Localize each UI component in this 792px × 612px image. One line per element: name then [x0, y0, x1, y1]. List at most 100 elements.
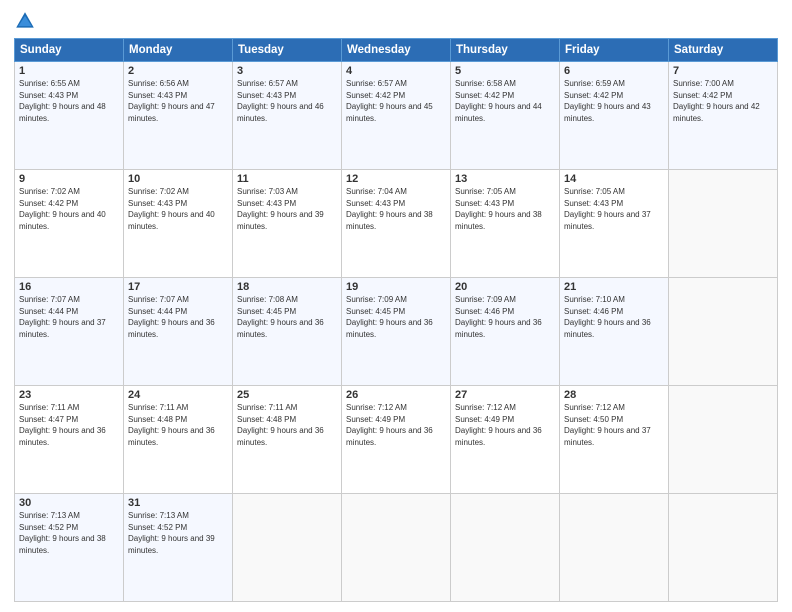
day-number: 21: [564, 281, 664, 293]
calendar-week-3: 16Sunrise: 7:07 AMSunset: 4:44 PMDayligh…: [15, 278, 778, 386]
calendar-cell: 10Sunrise: 7:02 AMSunset: 4:43 PMDayligh…: [124, 170, 233, 278]
calendar-cell: [451, 494, 560, 602]
calendar-week-4: 23Sunrise: 7:11 AMSunset: 4:47 PMDayligh…: [15, 386, 778, 494]
day-number: 2: [128, 65, 228, 77]
day-number: 19: [346, 281, 446, 293]
calendar-cell: 17Sunrise: 7:07 AMSunset: 4:44 PMDayligh…: [124, 278, 233, 386]
calendar-cell: 27Sunrise: 7:12 AMSunset: 4:49 PMDayligh…: [451, 386, 560, 494]
calendar-cell: 23Sunrise: 7:11 AMSunset: 4:47 PMDayligh…: [15, 386, 124, 494]
calendar-cell: [669, 170, 778, 278]
calendar-cell: 11Sunrise: 7:03 AMSunset: 4:43 PMDayligh…: [233, 170, 342, 278]
calendar-cell: 16Sunrise: 7:07 AMSunset: 4:44 PMDayligh…: [15, 278, 124, 386]
day-info: Sunrise: 7:12 AMSunset: 4:49 PMDaylight:…: [346, 402, 446, 448]
day-number: 23: [19, 389, 119, 401]
calendar-cell: 26Sunrise: 7:12 AMSunset: 4:49 PMDayligh…: [342, 386, 451, 494]
calendar-col-tuesday: Tuesday: [233, 39, 342, 62]
header: [14, 10, 778, 32]
day-number: 24: [128, 389, 228, 401]
day-info: Sunrise: 6:55 AMSunset: 4:43 PMDaylight:…: [19, 78, 119, 124]
day-info: Sunrise: 7:11 AMSunset: 4:47 PMDaylight:…: [19, 402, 119, 448]
calendar-col-monday: Monday: [124, 39, 233, 62]
day-info: Sunrise: 6:56 AMSunset: 4:43 PMDaylight:…: [128, 78, 228, 124]
day-info: Sunrise: 7:07 AMSunset: 4:44 PMDaylight:…: [128, 294, 228, 340]
calendar-col-wednesday: Wednesday: [342, 39, 451, 62]
day-info: Sunrise: 7:09 AMSunset: 4:46 PMDaylight:…: [455, 294, 555, 340]
day-number: 1: [19, 65, 119, 77]
calendar-cell: 30Sunrise: 7:13 AMSunset: 4:52 PMDayligh…: [15, 494, 124, 602]
day-info: Sunrise: 7:12 AMSunset: 4:50 PMDaylight:…: [564, 402, 664, 448]
day-number: 3: [237, 65, 337, 77]
day-number: 12: [346, 173, 446, 185]
calendar-col-saturday: Saturday: [669, 39, 778, 62]
day-number: 20: [455, 281, 555, 293]
calendar-cell: [669, 278, 778, 386]
day-info: Sunrise: 7:03 AMSunset: 4:43 PMDaylight:…: [237, 186, 337, 232]
calendar-cell: [233, 494, 342, 602]
calendar-cell: 3Sunrise: 6:57 AMSunset: 4:43 PMDaylight…: [233, 62, 342, 170]
calendar-cell: [669, 494, 778, 602]
day-number: 14: [564, 173, 664, 185]
calendar-cell: 4Sunrise: 6:57 AMSunset: 4:42 PMDaylight…: [342, 62, 451, 170]
day-number: 5: [455, 65, 555, 77]
day-number: 16: [19, 281, 119, 293]
calendar-cell: [560, 494, 669, 602]
day-info: Sunrise: 6:58 AMSunset: 4:42 PMDaylight:…: [455, 78, 555, 124]
day-info: Sunrise: 7:13 AMSunset: 4:52 PMDaylight:…: [19, 510, 119, 556]
calendar-cell: 18Sunrise: 7:08 AMSunset: 4:45 PMDayligh…: [233, 278, 342, 386]
calendar-cell: 24Sunrise: 7:11 AMSunset: 4:48 PMDayligh…: [124, 386, 233, 494]
day-info: Sunrise: 6:57 AMSunset: 4:42 PMDaylight:…: [346, 78, 446, 124]
calendar-week-2: 9Sunrise: 7:02 AMSunset: 4:42 PMDaylight…: [15, 170, 778, 278]
day-info: Sunrise: 7:00 AMSunset: 4:42 PMDaylight:…: [673, 78, 773, 124]
calendar-cell: 6Sunrise: 6:59 AMSunset: 4:42 PMDaylight…: [560, 62, 669, 170]
calendar-cell: 5Sunrise: 6:58 AMSunset: 4:42 PMDaylight…: [451, 62, 560, 170]
calendar-cell: [669, 386, 778, 494]
calendar-cell: 19Sunrise: 7:09 AMSunset: 4:45 PMDayligh…: [342, 278, 451, 386]
day-info: Sunrise: 7:02 AMSunset: 4:43 PMDaylight:…: [128, 186, 228, 232]
day-number: 11: [237, 173, 337, 185]
day-info: Sunrise: 7:08 AMSunset: 4:45 PMDaylight:…: [237, 294, 337, 340]
calendar-cell: 12Sunrise: 7:04 AMSunset: 4:43 PMDayligh…: [342, 170, 451, 278]
day-number: 10: [128, 173, 228, 185]
day-number: 18: [237, 281, 337, 293]
calendar-cell: 1Sunrise: 6:55 AMSunset: 4:43 PMDaylight…: [15, 62, 124, 170]
day-number: 7: [673, 65, 773, 77]
calendar-cell: 7Sunrise: 7:00 AMSunset: 4:42 PMDaylight…: [669, 62, 778, 170]
day-number: 28: [564, 389, 664, 401]
calendar-cell: 14Sunrise: 7:05 AMSunset: 4:43 PMDayligh…: [560, 170, 669, 278]
day-info: Sunrise: 7:05 AMSunset: 4:43 PMDaylight:…: [564, 186, 664, 232]
day-info: Sunrise: 7:09 AMSunset: 4:45 PMDaylight:…: [346, 294, 446, 340]
calendar-col-friday: Friday: [560, 39, 669, 62]
day-number: 13: [455, 173, 555, 185]
day-info: Sunrise: 7:11 AMSunset: 4:48 PMDaylight:…: [237, 402, 337, 448]
calendar-cell: 20Sunrise: 7:09 AMSunset: 4:46 PMDayligh…: [451, 278, 560, 386]
day-number: 31: [128, 497, 228, 509]
day-number: 6: [564, 65, 664, 77]
calendar-cell: 9Sunrise: 7:02 AMSunset: 4:42 PMDaylight…: [15, 170, 124, 278]
day-number: 27: [455, 389, 555, 401]
day-number: 17: [128, 281, 228, 293]
generalblue-logo-icon: [14, 10, 36, 32]
calendar-cell: [342, 494, 451, 602]
day-info: Sunrise: 7:10 AMSunset: 4:46 PMDaylight:…: [564, 294, 664, 340]
page: SundayMondayTuesdayWednesdayThursdayFrid…: [0, 0, 792, 612]
day-number: 4: [346, 65, 446, 77]
calendar-cell: 2Sunrise: 6:56 AMSunset: 4:43 PMDaylight…: [124, 62, 233, 170]
day-info: Sunrise: 7:05 AMSunset: 4:43 PMDaylight:…: [455, 186, 555, 232]
calendar-cell: 31Sunrise: 7:13 AMSunset: 4:52 PMDayligh…: [124, 494, 233, 602]
day-info: Sunrise: 7:04 AMSunset: 4:43 PMDaylight:…: [346, 186, 446, 232]
logo: [14, 10, 40, 32]
calendar-cell: 21Sunrise: 7:10 AMSunset: 4:46 PMDayligh…: [560, 278, 669, 386]
day-info: Sunrise: 6:57 AMSunset: 4:43 PMDaylight:…: [237, 78, 337, 124]
calendar-table: SundayMondayTuesdayWednesdayThursdayFrid…: [14, 38, 778, 602]
day-info: Sunrise: 7:07 AMSunset: 4:44 PMDaylight:…: [19, 294, 119, 340]
day-info: Sunrise: 7:02 AMSunset: 4:42 PMDaylight:…: [19, 186, 119, 232]
day-info: Sunrise: 7:12 AMSunset: 4:49 PMDaylight:…: [455, 402, 555, 448]
day-info: Sunrise: 6:59 AMSunset: 4:42 PMDaylight:…: [564, 78, 664, 124]
day-number: 25: [237, 389, 337, 401]
calendar-col-thursday: Thursday: [451, 39, 560, 62]
day-number: 26: [346, 389, 446, 401]
calendar-cell: 25Sunrise: 7:11 AMSunset: 4:48 PMDayligh…: [233, 386, 342, 494]
calendar-cell: 13Sunrise: 7:05 AMSunset: 4:43 PMDayligh…: [451, 170, 560, 278]
calendar-col-sunday: Sunday: [15, 39, 124, 62]
calendar-cell: 28Sunrise: 7:12 AMSunset: 4:50 PMDayligh…: [560, 386, 669, 494]
